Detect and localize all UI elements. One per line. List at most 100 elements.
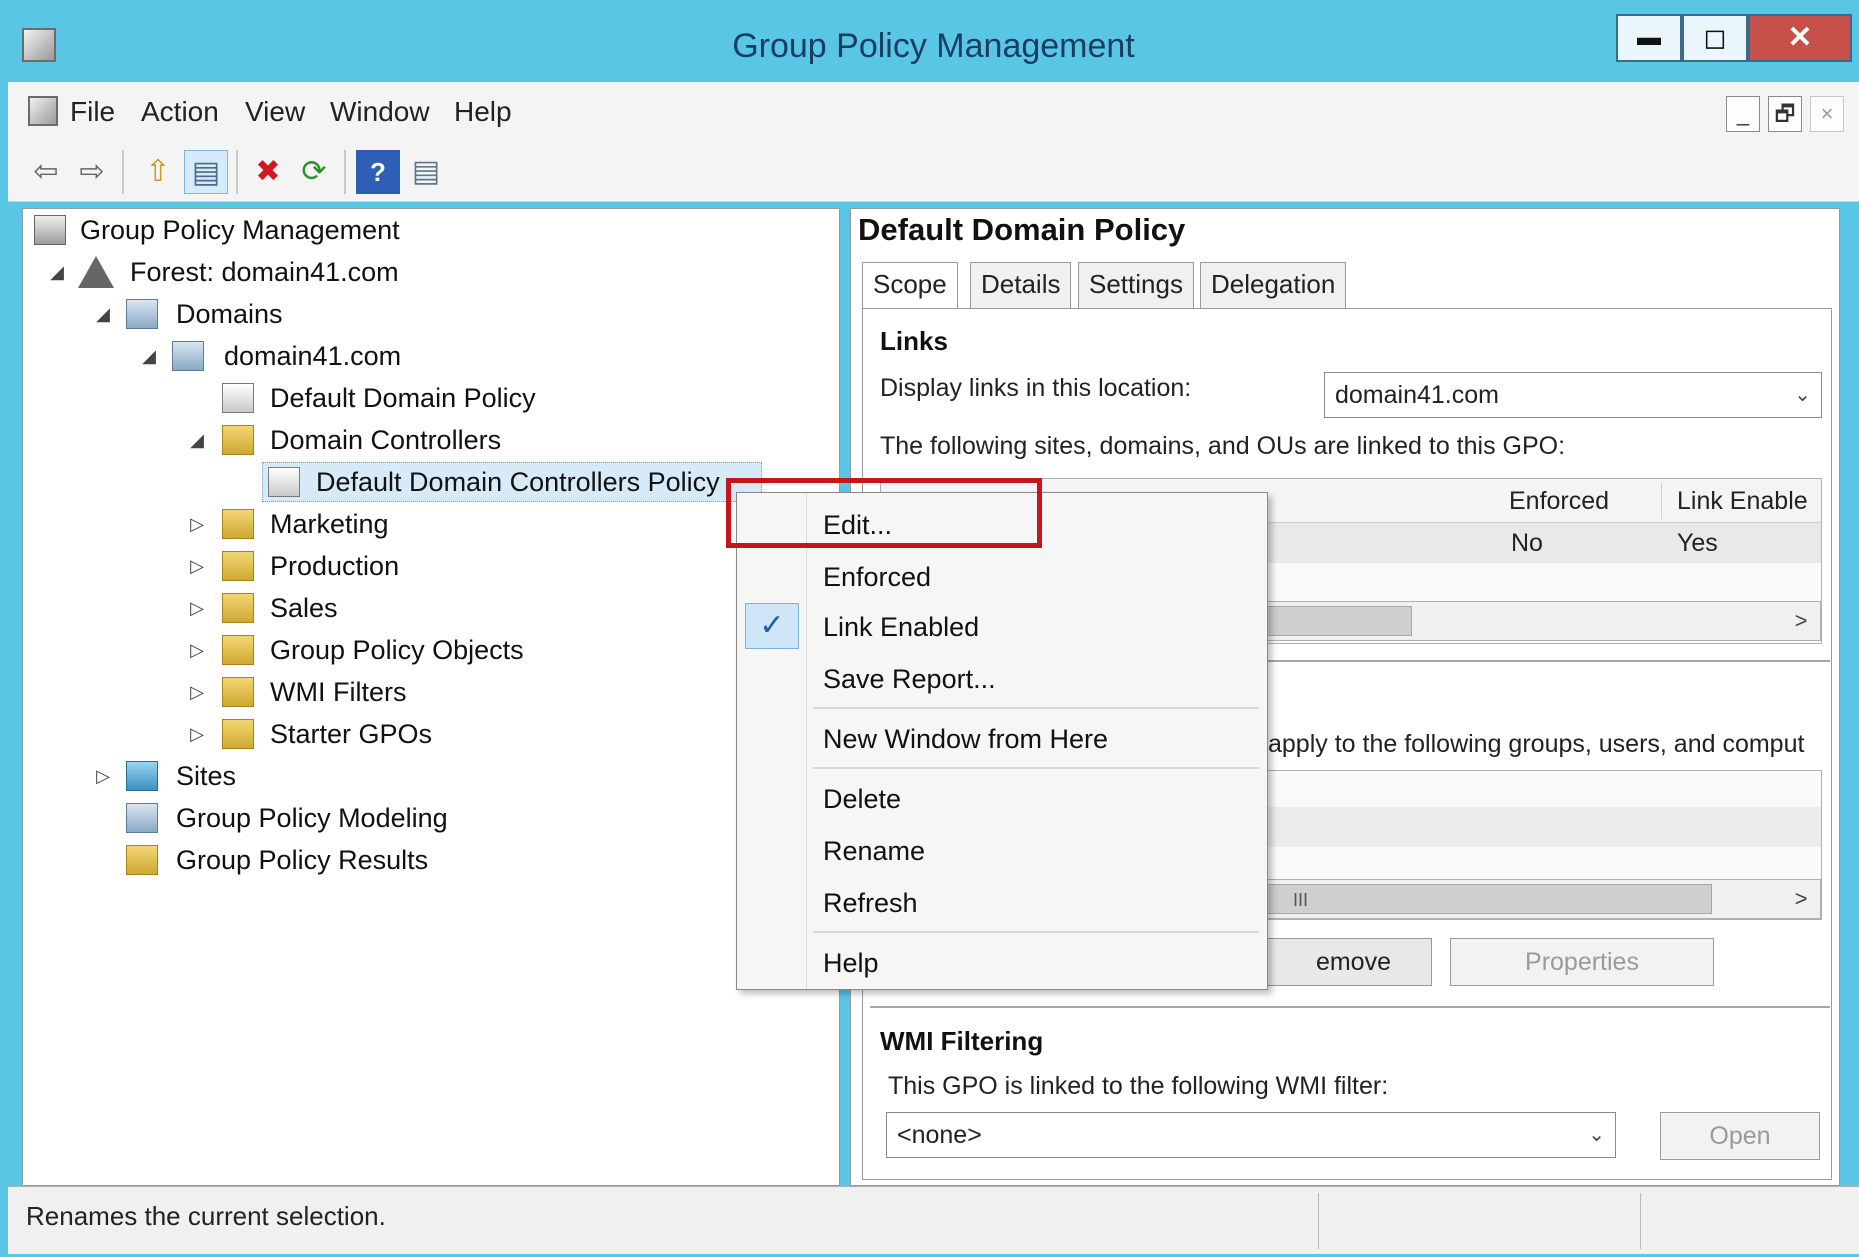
checkmark-icon: ✓ [745, 603, 799, 649]
refresh-icon[interactable]: ⟳ [292, 150, 336, 194]
scroll-thumb[interactable] [1262, 606, 1412, 636]
column-link-enabled[interactable]: Link Enable [1677, 487, 1808, 516]
collapse-toggle[interactable]: ▷ [186, 588, 208, 628]
close-button[interactable]: ✕ [1748, 14, 1852, 62]
menu-action[interactable]: Action [141, 92, 219, 132]
collapse-toggle[interactable]: ▷ [186, 504, 208, 544]
back-arrow-icon[interactable]: ⇦ [24, 150, 68, 194]
edit-highlight-box [726, 478, 1042, 548]
menu-help[interactable]: Help [454, 92, 512, 132]
expand-toggle[interactable]: ◢ [46, 252, 68, 292]
wmi-filter-dropdown[interactable]: <none> ⌄ [886, 1112, 1616, 1158]
mdi-close-button[interactable]: × [1810, 96, 1844, 132]
status-separator [1640, 1193, 1641, 1249]
display-links-label: Display links in this location: [880, 374, 1192, 402]
menu-item-refresh[interactable]: Refresh [823, 881, 918, 925]
wmi-filtering-heading: WMI Filtering [880, 1026, 1044, 1056]
wmi-filter-value: <none> [897, 1121, 982, 1149]
menu-item-enforced[interactable]: Enforced [823, 555, 931, 599]
mdi-restore-button[interactable]: 🗗 [1768, 96, 1802, 132]
console-icon [28, 96, 58, 126]
forest-icon [78, 256, 114, 288]
open-button[interactable]: Open [1660, 1112, 1820, 1160]
context-menu: Edit... Enforced ✓ Link Enabled Save Rep… [736, 492, 1268, 990]
menu-separator [813, 707, 1259, 709]
wmi-folder-icon [222, 677, 254, 707]
minimize-button[interactable]: ▬ [1616, 14, 1682, 62]
expand-toggle[interactable]: ◢ [138, 336, 160, 376]
linked-locations-text: The following sites, domains, and OUs ar… [880, 432, 1566, 460]
status-text: Renames the current selection. [26, 1201, 386, 1231]
properties-icon[interactable]: ▤ [404, 150, 448, 194]
tab-details[interactable]: Details [970, 262, 1072, 308]
maximize-button[interactable]: ◻ [1682, 14, 1748, 62]
section-divider [870, 1006, 1830, 1008]
tree-item-label: Starter GPOs [270, 719, 433, 749]
title-bar[interactable]: Group Policy Management [8, 10, 1859, 82]
page-title: Default Domain Policy [858, 212, 1186, 247]
menu-item-help[interactable]: Help [823, 941, 879, 985]
tab-delegation[interactable]: Delegation [1200, 262, 1347, 308]
tree-item-label: Domain Controllers [270, 425, 502, 455]
domain-icon [172, 341, 204, 371]
menu-item-delete[interactable]: Delete [823, 777, 901, 821]
tree-item-label: Group Policy Modeling [176, 803, 448, 833]
collapse-toggle[interactable]: ▷ [186, 630, 208, 670]
collapse-toggle[interactable]: ▷ [92, 756, 114, 796]
collapse-toggle[interactable]: ▷ [186, 672, 208, 712]
location-value: domain41.com [1335, 381, 1499, 409]
domains-icon [126, 299, 158, 329]
up-folder-icon[interactable]: ⇧ [136, 150, 180, 194]
maximize-icon: ◻ [1703, 22, 1727, 53]
tree-item-label: Default Domain Policy [270, 383, 536, 413]
gpo-link-icon [268, 467, 300, 497]
chevron-down-icon: ⌄ [1794, 384, 1811, 406]
show-hide-tree-icon[interactable]: ▤ [184, 150, 228, 194]
properties-button[interactable]: Properties [1450, 938, 1714, 986]
location-dropdown[interactable]: domain41.com ⌄ [1324, 372, 1822, 418]
scroll-right-icon[interactable]: > [1782, 880, 1820, 918]
window-title: Group Policy Management [732, 27, 1135, 65]
tree-item-label: domain41.com [224, 341, 402, 371]
tree-item-label: Default Domain Controllers Policy [316, 467, 720, 497]
scroll-thumb[interactable]: III [1262, 884, 1712, 914]
cell-enforced-value: No [1511, 529, 1543, 557]
tab-scope[interactable]: Scope [862, 262, 958, 312]
menu-item-new-window[interactable]: New Window from Here [823, 717, 1108, 761]
menu-view[interactable]: View [245, 92, 305, 132]
gpo-folder-icon [222, 635, 254, 665]
tree-item-label: Production [270, 551, 400, 581]
security-filtering-text: apply to the following groups, users, an… [1268, 730, 1805, 758]
help-icon[interactable]: ? [356, 150, 400, 194]
tree-item-label: Group Policy Results [176, 845, 429, 875]
menu-separator [813, 931, 1259, 933]
menu-item-save-report[interactable]: Save Report... [823, 657, 996, 701]
collapse-toggle[interactable]: ▷ [186, 546, 208, 586]
menu-separator [813, 767, 1259, 769]
toolbar: ⇦ ⇨ ⇧ ▤ ✖ ⟳ ? ▤ [8, 142, 1859, 202]
status-separator [1318, 1193, 1319, 1249]
toolbar-separator [344, 150, 346, 194]
links-heading: Links [880, 326, 948, 356]
scroll-right-icon[interactable]: > [1782, 602, 1820, 640]
menu-file[interactable]: File [70, 92, 115, 132]
expand-toggle[interactable]: ◢ [186, 420, 208, 460]
tree-item-label: Marketing [270, 509, 389, 539]
forward-arrow-icon[interactable]: ⇨ [70, 150, 114, 194]
menu-item-rename[interactable]: Rename [823, 829, 925, 873]
status-bar: Renames the current selection. [8, 1186, 1859, 1254]
results-icon [126, 845, 158, 875]
tree-item-label: WMI Filters [270, 677, 407, 707]
tab-settings[interactable]: Settings [1078, 262, 1194, 308]
menu-window[interactable]: Window [330, 92, 430, 132]
wmi-filter-label: This GPO is linked to the following WMI … [888, 1072, 1389, 1100]
column-enforced[interactable]: Enforced [1509, 487, 1609, 516]
collapse-toggle[interactable]: ▷ [186, 714, 208, 754]
mdi-minimize-button[interactable]: _ [1726, 96, 1760, 132]
gpo-link-icon [222, 383, 254, 413]
delete-icon[interactable]: ✖ [246, 150, 290, 194]
expand-toggle[interactable]: ◢ [92, 294, 114, 334]
tree-item-label: Forest: domain41.com [130, 257, 399, 287]
menu-item-link-enabled[interactable]: Link Enabled [823, 605, 979, 649]
tree-item-label: Sites [176, 761, 237, 791]
